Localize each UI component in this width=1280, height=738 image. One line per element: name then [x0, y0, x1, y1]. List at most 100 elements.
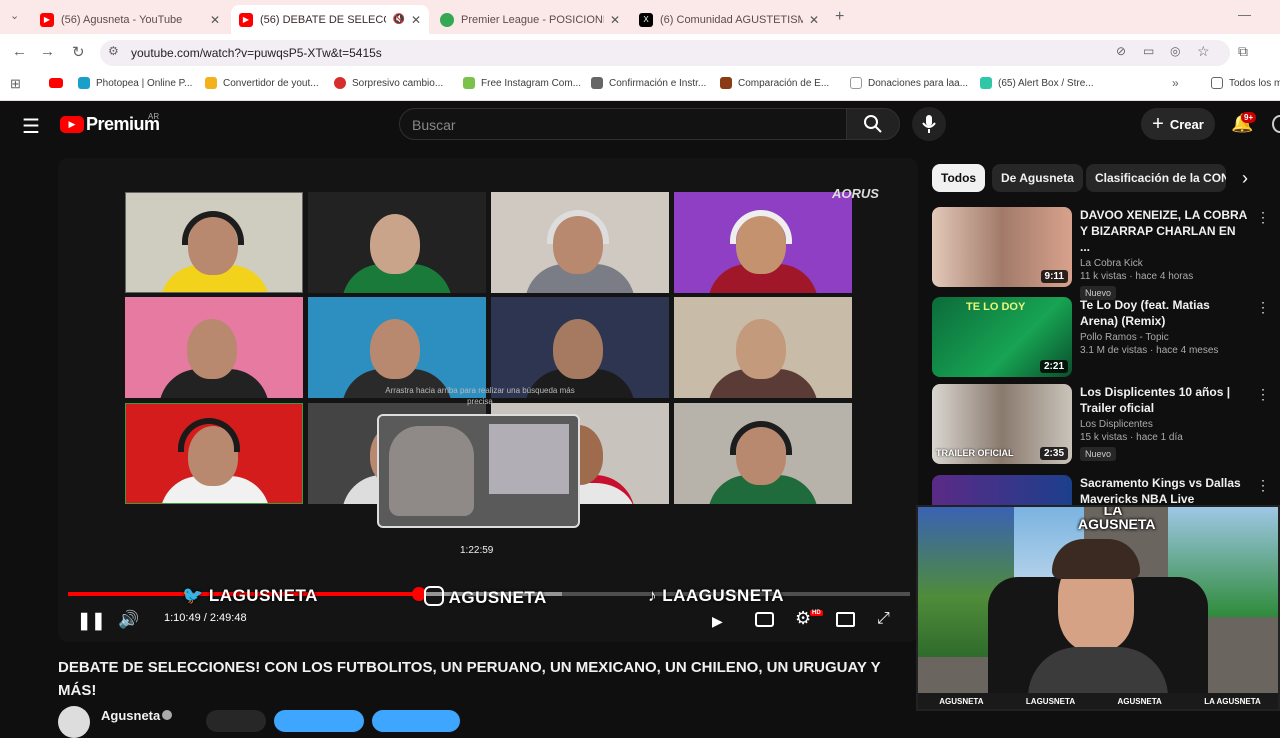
- video-thumbnail[interactable]: TE LO DOY 2:21: [932, 297, 1072, 377]
- subtitles-icon[interactable]: [755, 612, 774, 627]
- chevron-right-icon[interactable]: ›: [1242, 168, 1248, 189]
- theater-mode-icon[interactable]: [836, 612, 855, 627]
- forward-icon[interactable]: →: [40, 43, 55, 60]
- video-title: Los Displicentes 10 años | Trailer ofici…: [1080, 385, 1231, 415]
- browser-tab-4[interactable]: X (6) Comunidad AGUSTETISMO ✕: [631, 5, 827, 34]
- related-video[interactable]: TRAILER OFICIAL 2:35 Los Displicentes 10…: [932, 384, 1280, 466]
- browser-tab-1[interactable]: ▶ (56) Agusneta - YouTube ✕: [32, 5, 228, 34]
- close-icon[interactable]: ✕: [610, 13, 620, 27]
- related-video[interactable]: Sacramento Kings vs Dallas Mavericks NBA…: [932, 475, 1280, 555]
- minimize-icon[interactable]: —: [1238, 7, 1251, 22]
- site-info-icon[interactable]: ⚙: [108, 44, 119, 58]
- youtube-label: LA AGUSNETA: [1204, 696, 1261, 706]
- youtube-icon: ▶: [40, 12, 54, 27]
- duration-badge: 2:35: [1039, 447, 1068, 460]
- more-bookmarks-icon[interactable]: »: [1172, 76, 1179, 90]
- bookmark-item[interactable]: Sorpresivo cambio...: [334, 77, 443, 89]
- browser-tab-3[interactable]: Premier League - POSICIONES ✕: [432, 5, 628, 34]
- bookmark-item[interactable]: Free Instagram Com...: [463, 77, 581, 89]
- bookmark-item[interactable]: Confirmación e Instr...: [591, 77, 706, 89]
- search-button[interactable]: [846, 108, 900, 140]
- tiktok-handle: ♪ LAAGUSNETA: [648, 586, 784, 606]
- bookmark-label: Donaciones para laa...: [868, 77, 969, 89]
- pause-icon[interactable]: ❚❚: [77, 611, 106, 631]
- all-bookmarks[interactable]: Todos los m: [1211, 77, 1280, 89]
- social-label: LAGUSNETA: [208, 586, 318, 605]
- tab-title: (56) DEBATE DE SELECCION: [260, 13, 386, 26]
- webcam-socials-footer: AGUSNETA LAGUSNETA AGUSNETA LA AGUSNETA: [918, 693, 1278, 709]
- settings-icon[interactable]: ⚙: [795, 608, 811, 629]
- close-icon[interactable]: ✕: [210, 13, 220, 27]
- more-options-icon[interactable]: ⋮: [1256, 209, 1270, 226]
- volume-icon[interactable]: 🔊: [118, 610, 139, 630]
- chip-channel[interactable]: De Agusneta: [992, 164, 1083, 192]
- tab-title: (56) Agusneta - YouTube: [61, 13, 183, 26]
- notification-badge: 9+: [1241, 112, 1257, 123]
- channel-avatar[interactable]: [58, 706, 90, 738]
- video-thumbnail[interactable]: 9:11: [932, 207, 1072, 287]
- channel-name: Pollo Ramos - Topic: [1080, 332, 1169, 343]
- bookmark-label: Convertidor de yout...: [223, 77, 319, 89]
- youtube-bookmark-icon[interactable]: [49, 78, 63, 88]
- subscribe-button[interactable]: [274, 710, 364, 732]
- bookmark-label: Free Instagram Com...: [481, 77, 582, 89]
- apps-grid-icon[interactable]: ⊞: [10, 76, 21, 92]
- bookmark-item[interactable]: (65) Alert Box / Stre...: [980, 77, 1094, 89]
- banner-logo: LA AGUSNETA: [1078, 505, 1156, 532]
- thumbnail-text: TRAILER OFICIAL: [936, 448, 1014, 458]
- tiktok-icon: ♪: [648, 586, 657, 605]
- cast-icon[interactable]: ▭: [1143, 44, 1154, 58]
- webcam-tile: [125, 403, 303, 504]
- youtube-logo-icon[interactable]: ▶: [60, 116, 84, 133]
- eye-off-icon[interactable]: ◎: [1170, 44, 1180, 58]
- related-video[interactable]: 9:11 DAVOO XENEIZE, LA COBRA Y BIZARRAP …: [932, 207, 1280, 300]
- menu-icon[interactable]: ☰: [22, 114, 40, 139]
- webcam-tile: [125, 192, 303, 293]
- more-options-icon[interactable]: ⋮: [1256, 477, 1270, 494]
- video-title: Te Lo Doy (feat. Matias Arena) (Remix): [1080, 298, 1210, 328]
- chip-related[interactable]: Clasificación de la CONI: [1086, 164, 1226, 192]
- more-options-icon[interactable]: ⋮: [1256, 386, 1270, 403]
- more-options-icon[interactable]: ⋮: [1256, 299, 1270, 316]
- seek-preview-thumbnail: [377, 414, 580, 528]
- browser-tab-2[interactable]: ▶ (56) DEBATE DE SELECCION 🔇 ✕: [231, 5, 429, 34]
- related-video[interactable]: TE LO DOY 2:21 Te Lo Doy (feat. Matias A…: [932, 297, 1280, 377]
- tracking-icon[interactable]: ⊘: [1116, 44, 1126, 58]
- instagram-handle: AGUSNETA: [424, 586, 547, 608]
- bookmark-label: Photopea | Online P...: [96, 77, 193, 89]
- duration-badge: 9:11: [1040, 270, 1068, 283]
- time-display: 1:10:49 / 2:49:48: [164, 612, 247, 624]
- tab-title: (6) Comunidad AGUSTETISMO: [660, 13, 803, 26]
- chip-all[interactable]: Todos: [932, 164, 986, 192]
- bookmark-item[interactable]: Photopea | Online P...: [78, 77, 192, 89]
- extensions-icon[interactable]: ⧉: [1238, 43, 1248, 60]
- bookmark-label: Sorpresivo cambio...: [352, 77, 444, 89]
- bookmark-item[interactable]: Comparación de E...: [720, 77, 829, 89]
- youtube-icon: ▶: [239, 12, 253, 27]
- video-thumbnail[interactable]: TRAILER OFICIAL 2:35: [932, 384, 1072, 464]
- join-button[interactable]: [206, 710, 266, 732]
- close-icon[interactable]: ✕: [809, 13, 819, 27]
- close-icon[interactable]: ✕: [411, 13, 421, 27]
- create-button[interactable]: + Crear: [1141, 108, 1215, 140]
- search-input[interactable]: Buscar: [399, 108, 847, 140]
- voice-search-button[interactable]: [912, 107, 946, 141]
- bookmark-star-icon[interactable]: ☆: [1197, 43, 1210, 60]
- mute-icon[interactable]: 🔇: [392, 14, 404, 25]
- channel-name[interactable]: Agusneta: [101, 708, 160, 723]
- tab-title: Premier League - POSICIONES: [461, 13, 604, 26]
- bookmark-item[interactable]: Convertidor de yout...: [205, 77, 319, 89]
- bookmark-item[interactable]: Donaciones para laa...: [850, 77, 968, 89]
- seek-hint: Arrastra hacia arriba para realizar una …: [385, 386, 575, 406]
- webcam-tile: [674, 192, 852, 293]
- autoplay-toggle-icon[interactable]: ▶: [712, 613, 723, 630]
- subscribed-button[interactable]: [372, 710, 460, 732]
- fullscreen-icon[interactable]: ⤢: [877, 610, 890, 628]
- x-icon: X: [639, 12, 653, 27]
- new-tab-icon[interactable]: +: [835, 8, 844, 26]
- back-icon[interactable]: ←: [12, 43, 27, 60]
- tab-search-icon[interactable]: ⌄: [10, 9, 19, 22]
- video-meta: 15 k vistas · hace 1 día: [1080, 432, 1183, 443]
- reload-icon[interactable]: ↻: [72, 43, 85, 61]
- bookmark-label: (65) Alert Box / Stre...: [998, 77, 1094, 89]
